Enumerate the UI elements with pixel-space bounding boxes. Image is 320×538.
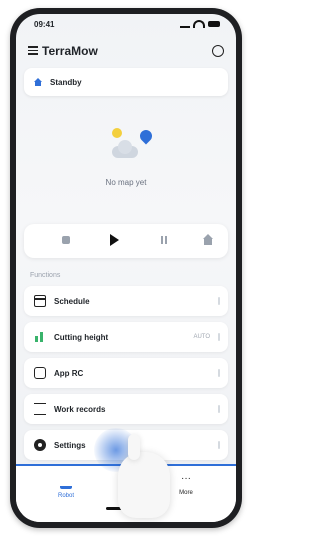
schedule-label: Schedule bbox=[54, 296, 90, 306]
app-rc-label: App RC bbox=[54, 368, 84, 378]
menu-icon[interactable] bbox=[28, 46, 38, 55]
mower-controls bbox=[24, 224, 228, 258]
grass-height-icon bbox=[34, 331, 46, 343]
calendar-icon bbox=[34, 295, 46, 307]
work-records-label: Work records bbox=[54, 404, 106, 414]
app-bar: TerraMow bbox=[16, 36, 236, 66]
status-bar: 09:41 bbox=[16, 14, 236, 36]
robot-mower-icon bbox=[60, 476, 72, 489]
cutting-height-row[interactable]: Cutting height AUTO bbox=[24, 322, 228, 352]
cutting-height-label: Cutting height bbox=[54, 332, 109, 342]
tab-robot[interactable]: Robot bbox=[36, 476, 96, 499]
pause-button[interactable] bbox=[158, 234, 170, 246]
app-rc-row[interactable]: App RC bbox=[24, 358, 228, 388]
status-card[interactable]: Standby bbox=[24, 68, 228, 96]
records-icon bbox=[34, 403, 46, 415]
chevron-right-icon bbox=[218, 369, 220, 377]
chevron-right-icon bbox=[218, 297, 220, 305]
wifi-icon bbox=[193, 20, 205, 28]
stop-button[interactable] bbox=[60, 234, 72, 246]
no-map-text: No map yet bbox=[105, 178, 147, 187]
gear-icon bbox=[34, 439, 46, 451]
status-icons bbox=[180, 20, 220, 28]
gamepad-icon bbox=[34, 367, 46, 379]
app-title: TerraMow bbox=[42, 44, 98, 58]
chevron-right-icon bbox=[218, 405, 220, 413]
cutting-height-value: AUTO bbox=[193, 334, 210, 340]
tab-more-label: More bbox=[179, 490, 193, 496]
tab-robot-label: Robot bbox=[57, 493, 74, 499]
hand-pointer-icon bbox=[118, 434, 170, 518]
more-icon: ··· bbox=[181, 473, 191, 484]
schedule-row[interactable]: Schedule bbox=[24, 286, 228, 316]
start-button[interactable] bbox=[108, 234, 120, 246]
chevron-right-icon bbox=[218, 441, 220, 449]
cloud-icon bbox=[108, 136, 144, 160]
settings-label: Settings bbox=[54, 440, 86, 450]
home-icon bbox=[34, 78, 42, 86]
section-label: Functions bbox=[30, 272, 61, 279]
status-time: 09:41 bbox=[34, 20, 55, 29]
signal-icon bbox=[180, 20, 190, 28]
return-home-button[interactable] bbox=[202, 234, 214, 246]
work-records-row[interactable]: Work records bbox=[24, 394, 228, 424]
status-label: Standby bbox=[50, 77, 82, 87]
chevron-right-icon bbox=[218, 333, 220, 341]
map-area[interactable]: No map yet bbox=[16, 124, 236, 214]
battery-icon bbox=[208, 21, 220, 27]
chat-icon[interactable] bbox=[212, 45, 224, 57]
